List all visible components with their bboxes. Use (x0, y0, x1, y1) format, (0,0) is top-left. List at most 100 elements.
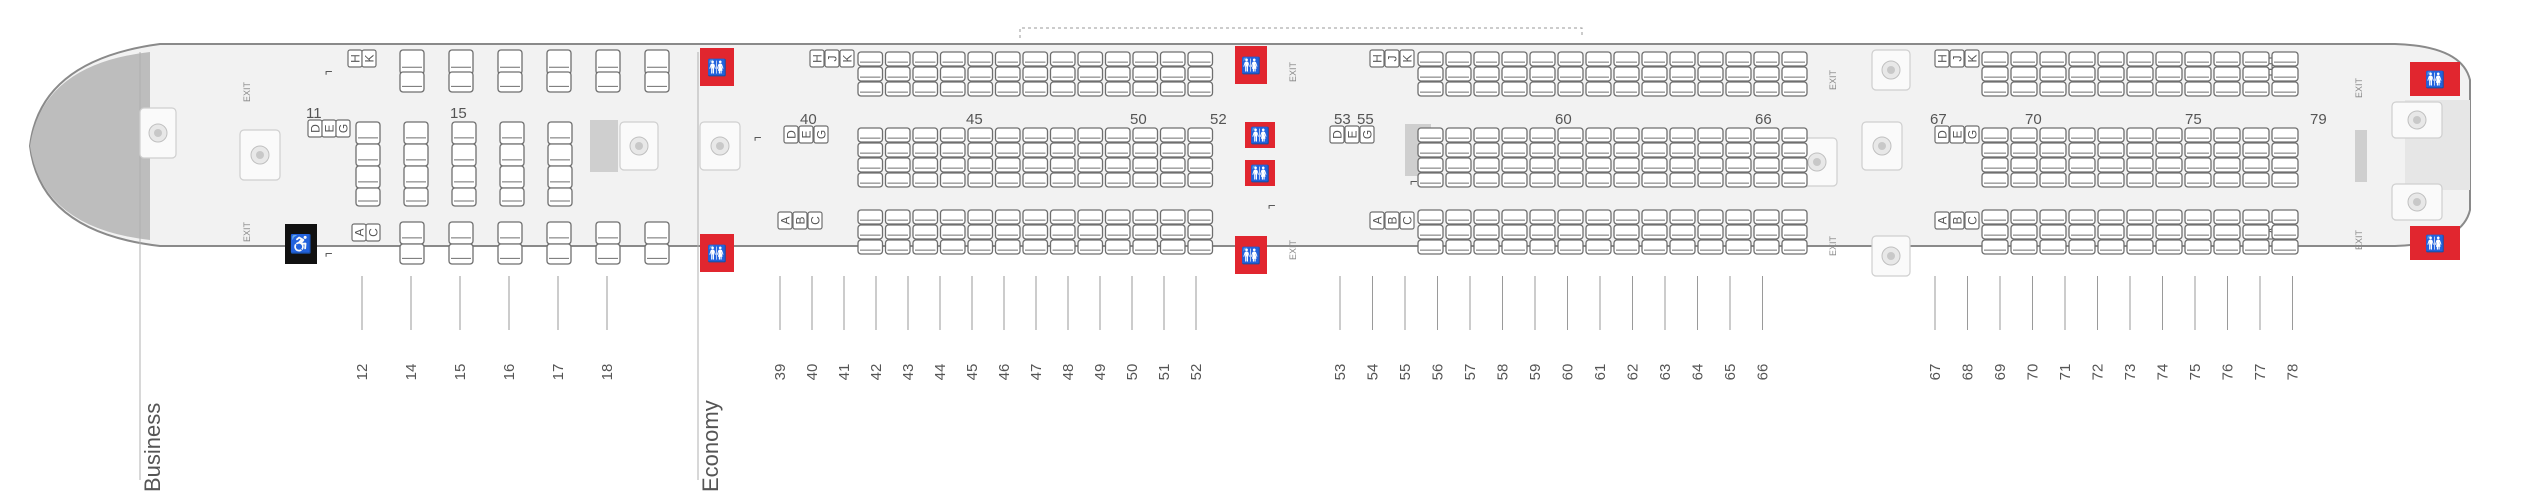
economy-rear-seat-top[interactable] (1981, 66, 2009, 82)
economy-mid-seat-top[interactable] (1641, 66, 1668, 82)
business-seat-bottom[interactable] (399, 221, 425, 245)
economy-rear-seat-top[interactable] (2242, 81, 2270, 97)
business-seat-top[interactable] (448, 49, 474, 75)
economy-front-seat-mid[interactable] (1077, 142, 1104, 158)
business-seat-bottom[interactable] (546, 221, 572, 245)
economy-mid-seat-top[interactable] (1613, 66, 1640, 82)
economy-mid-seat-mid[interactable] (1781, 157, 1808, 173)
economy-front-seat-bottom[interactable] (912, 224, 939, 240)
economy-mid-seat-mid[interactable] (1753, 172, 1780, 188)
economy-mid-seat-top[interactable] (1585, 51, 1612, 67)
economy-mid-seat-top[interactable] (1753, 66, 1780, 82)
business-seat-top[interactable] (497, 49, 523, 75)
economy-mid-seat-top[interactable] (1669, 66, 1696, 82)
business-seat-mid[interactable] (451, 187, 477, 207)
economy-rear-seat-bottom[interactable] (2097, 239, 2125, 255)
economy-rear-seat-top[interactable] (2184, 51, 2212, 67)
economy-front-seat-bottom[interactable] (967, 224, 994, 240)
economy-mid-seat-mid[interactable] (1725, 157, 1752, 173)
economy-front-seat-mid[interactable] (967, 172, 994, 188)
economy-mid-seat-bottom[interactable] (1585, 239, 1612, 255)
economy-rear-seat-mid[interactable] (2213, 142, 2241, 158)
economy-rear-seat-bottom[interactable] (2126, 224, 2154, 240)
business-seat-bottom[interactable] (497, 243, 523, 265)
economy-front-seat-top[interactable] (1022, 81, 1049, 97)
economy-rear-seat-top[interactable] (2126, 66, 2154, 82)
economy-rear-seat-mid[interactable] (2184, 127, 2212, 143)
economy-rear-seat-bottom[interactable] (2184, 239, 2212, 255)
economy-rear-seat-bottom[interactable] (2271, 239, 2299, 255)
economy-mid-seat-top[interactable] (1501, 66, 1528, 82)
economy-front-seat-bottom[interactable] (1104, 209, 1131, 225)
economy-front-seat-top[interactable] (912, 81, 939, 97)
economy-mid-seat-mid[interactable] (1641, 157, 1668, 173)
economy-front-seat-bottom[interactable] (939, 209, 966, 225)
economy-front-seat-bottom[interactable] (1159, 239, 1186, 255)
economy-mid-seat-mid[interactable] (1529, 157, 1556, 173)
economy-mid-seat-mid[interactable] (1445, 172, 1472, 188)
business-seat-bottom[interactable] (546, 243, 572, 265)
economy-front-seat-mid[interactable] (884, 142, 911, 158)
economy-front-seat-mid[interactable] (912, 172, 939, 188)
economy-mid-seat-mid[interactable] (1473, 172, 1500, 188)
economy-front-seat-bottom[interactable] (884, 209, 911, 225)
economy-front-seat-bottom[interactable] (1187, 239, 1214, 255)
economy-mid-seat-mid[interactable] (1445, 127, 1472, 143)
economy-mid-seat-bottom[interactable] (1585, 209, 1612, 225)
economy-front-seat-top[interactable] (1104, 51, 1131, 67)
economy-rear-seat-top[interactable] (2271, 66, 2299, 82)
economy-rear-seat-mid[interactable] (2271, 127, 2299, 143)
economy-mid-seat-mid[interactable] (1669, 157, 1696, 173)
economy-rear-seat-bottom[interactable] (2242, 209, 2270, 225)
economy-rear-seat-top[interactable] (2213, 81, 2241, 97)
economy-rear-seat-top[interactable] (2126, 81, 2154, 97)
economy-front-seat-mid[interactable] (857, 157, 884, 173)
economy-mid-seat-mid[interactable] (1585, 172, 1612, 188)
economy-front-seat-mid[interactable] (1187, 172, 1214, 188)
economy-front-seat-mid[interactable] (1187, 142, 1214, 158)
economy-front-seat-bottom[interactable] (994, 224, 1021, 240)
economy-mid-seat-top[interactable] (1557, 81, 1584, 97)
business-seat-bottom[interactable] (644, 221, 670, 245)
business-seat-mid[interactable] (499, 143, 525, 167)
economy-rear-seat-top[interactable] (1981, 81, 2009, 97)
economy-rear-seat-bottom[interactable] (2271, 224, 2299, 240)
economy-mid-seat-bottom[interactable] (1781, 224, 1808, 240)
economy-rear-seat-top[interactable] (2039, 66, 2067, 82)
economy-rear-seat-bottom[interactable] (2039, 209, 2067, 225)
economy-mid-seat-bottom[interactable] (1641, 224, 1668, 240)
economy-mid-seat-top[interactable] (1445, 51, 1472, 67)
economy-front-seat-mid[interactable] (994, 172, 1021, 188)
economy-mid-seat-mid[interactable] (1473, 142, 1500, 158)
economy-front-seat-top[interactable] (1077, 66, 1104, 82)
economy-mid-seat-top[interactable] (1445, 66, 1472, 82)
economy-front-seat-mid[interactable] (1049, 157, 1076, 173)
economy-mid-seat-bottom[interactable] (1781, 239, 1808, 255)
economy-front-seat-mid[interactable] (1104, 157, 1131, 173)
economy-front-seat-bottom[interactable] (1159, 224, 1186, 240)
economy-mid-seat-bottom[interactable] (1417, 209, 1444, 225)
economy-rear-seat-mid[interactable] (2039, 142, 2067, 158)
economy-rear-seat-mid[interactable] (2097, 172, 2125, 188)
economy-mid-seat-top[interactable] (1529, 66, 1556, 82)
economy-rear-seat-top[interactable] (2097, 51, 2125, 67)
economy-front-seat-mid[interactable] (1077, 172, 1104, 188)
economy-front-seat-mid[interactable] (1077, 157, 1104, 173)
economy-mid-seat-top[interactable] (1753, 51, 1780, 67)
economy-rear-seat-mid[interactable] (2068, 157, 2096, 173)
economy-rear-seat-bottom[interactable] (2126, 239, 2154, 255)
economy-front-seat-bottom[interactable] (884, 239, 911, 255)
economy-front-seat-bottom[interactable] (1132, 224, 1159, 240)
economy-mid-seat-top[interactable] (1697, 51, 1724, 67)
business-seat-mid[interactable] (403, 143, 429, 167)
economy-rear-seat-mid[interactable] (2010, 157, 2038, 173)
economy-mid-seat-bottom[interactable] (1529, 239, 1556, 255)
economy-front-seat-mid[interactable] (1132, 172, 1159, 188)
economy-front-seat-top[interactable] (884, 66, 911, 82)
economy-rear-seat-bottom[interactable] (2242, 239, 2270, 255)
economy-mid-seat-mid[interactable] (1613, 142, 1640, 158)
economy-rear-seat-mid[interactable] (2184, 172, 2212, 188)
economy-mid-seat-bottom[interactable] (1697, 239, 1724, 255)
economy-front-seat-mid[interactable] (1187, 127, 1214, 143)
economy-mid-seat-mid[interactable] (1753, 142, 1780, 158)
